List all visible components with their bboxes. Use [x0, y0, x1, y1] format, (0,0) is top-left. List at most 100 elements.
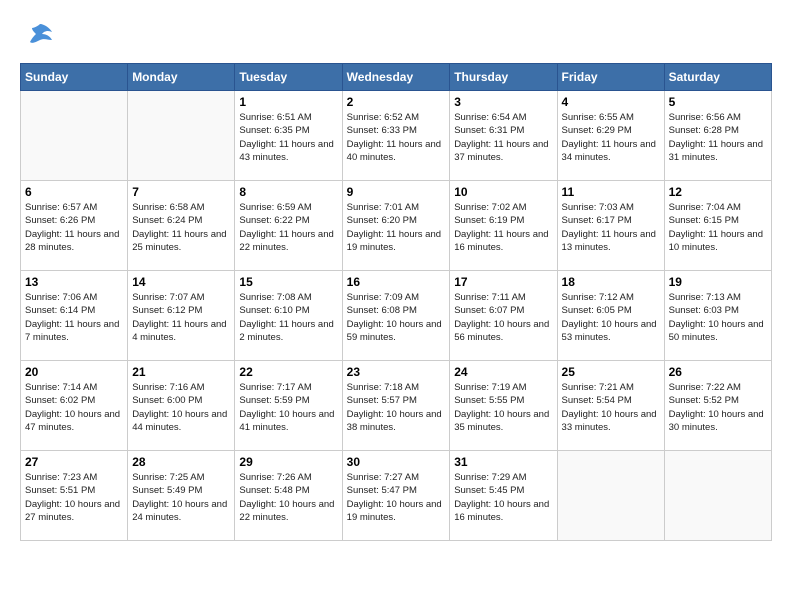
calendar-cell-15: 15Sunrise: 7:08 AM Sunset: 6:10 PM Dayli…: [235, 271, 342, 361]
calendar-week-row-4: 20 Sunrise: 7:14 AM Sunset: 6:02 PM Dayli…: [21, 361, 772, 451]
calendar-cell-20: 20 Sunrise: 7:14 AM Sunset: 6:02 PM Dayli…: [21, 361, 128, 451]
calendar-cell-empty: [21, 91, 128, 181]
day-info: Sunrise: 6:54 AM Sunset: 6:31 PM Dayligh…: [454, 111, 552, 164]
calendar-cell-25: 25Sunrise: 7:21 AM Sunset: 5:54 PM Dayli…: [557, 361, 664, 451]
day-info: Sunrise: 6:51 AM Sunset: 6:35 PM Dayligh…: [239, 111, 337, 164]
day-number: 31: [454, 455, 552, 469]
calendar-header-sunday: Sunday: [21, 64, 128, 91]
day-info: Sunrise: 7:27 AM Sunset: 5:47 PM Dayligh…: [347, 471, 446, 524]
calendar-header-monday: Monday: [128, 64, 235, 91]
calendar-cell-19: 19 Sunrise: 7:13 AM Sunset: 6:03 PM Dayli…: [664, 271, 771, 361]
day-info: Sunrise: 7:13 AM Sunset: 6:03 PM Dayligh…: [669, 291, 767, 344]
day-number: 11: [562, 185, 660, 199]
day-number: 29: [239, 455, 337, 469]
day-number: 14: [132, 275, 230, 289]
logo-bird-icon: [26, 20, 54, 48]
day-number: 10: [454, 185, 552, 199]
day-info: Sunrise: 7:18 AM Sunset: 5:57 PM Dayligh…: [347, 381, 446, 434]
day-number: 12: [669, 185, 767, 199]
calendar-week-row-3: 13 Sunrise: 7:06 AM Sunset: 6:14 PM Dayli…: [21, 271, 772, 361]
calendar-cell-empty: [128, 91, 235, 181]
calendar-cell-5: 5 Sunrise: 6:56 AM Sunset: 6:28 PM Daylig…: [664, 91, 771, 181]
calendar-cell-17: 17 Sunrise: 7:11 AM Sunset: 6:07 PM Dayli…: [450, 271, 557, 361]
day-info: Sunrise: 6:58 AM Sunset: 6:24 PM Dayligh…: [132, 201, 230, 254]
day-number: 5: [669, 95, 767, 109]
calendar-week-row-2: 6Sunrise: 6:57 AM Sunset: 6:26 PM Daylig…: [21, 181, 772, 271]
day-info: Sunrise: 6:52 AM Sunset: 6:33 PM Dayligh…: [347, 111, 446, 164]
day-number: 8: [239, 185, 337, 199]
day-info: Sunrise: 7:11 AM Sunset: 6:07 PM Dayligh…: [454, 291, 552, 344]
day-number: 28: [132, 455, 230, 469]
day-number: 18: [562, 275, 660, 289]
day-number: 4: [562, 95, 660, 109]
day-info: Sunrise: 7:16 AM Sunset: 6:00 PM Dayligh…: [132, 381, 230, 434]
calendar-cell-4: 4 Sunrise: 6:55 AM Sunset: 6:29 PM Daylig…: [557, 91, 664, 181]
calendar-header-wednesday: Wednesday: [342, 64, 450, 91]
calendar-cell-2: 2 Sunrise: 6:52 AM Sunset: 6:33 PM Daylig…: [342, 91, 450, 181]
day-number: 30: [347, 455, 446, 469]
calendar-cell-11: 11 Sunrise: 7:03 AM Sunset: 6:17 PM Dayli…: [557, 181, 664, 271]
day-info: Sunrise: 7:25 AM Sunset: 5:49 PM Dayligh…: [132, 471, 230, 524]
day-info: Sunrise: 7:09 AM Sunset: 6:08 PM Dayligh…: [347, 291, 446, 344]
calendar-cell-24: 24 Sunrise: 7:19 AM Sunset: 5:55 PM Dayli…: [450, 361, 557, 451]
day-number: 17: [454, 275, 552, 289]
calendar-table: SundayMondayTuesdayWednesdayThursdayFrid…: [20, 63, 772, 541]
day-number: 2: [347, 95, 446, 109]
day-info: Sunrise: 7:26 AM Sunset: 5:48 PM Dayligh…: [239, 471, 337, 524]
day-info: Sunrise: 7:19 AM Sunset: 5:55 PM Dayligh…: [454, 381, 552, 434]
calendar-header-row: SundayMondayTuesdayWednesdayThursdayFrid…: [21, 64, 772, 91]
day-number: 13: [25, 275, 123, 289]
day-number: 16: [347, 275, 446, 289]
calendar-cell-22: 22Sunrise: 7:17 AM Sunset: 5:59 PM Dayli…: [235, 361, 342, 451]
day-number: 19: [669, 275, 767, 289]
day-number: 6: [25, 185, 123, 199]
calendar-cell-3: 3 Sunrise: 6:54 AM Sunset: 6:31 PM Daylig…: [450, 91, 557, 181]
logo: [20, 20, 54, 53]
day-info: Sunrise: 7:06 AM Sunset: 6:14 PM Dayligh…: [25, 291, 123, 344]
day-info: Sunrise: 6:55 AM Sunset: 6:29 PM Dayligh…: [562, 111, 660, 164]
calendar-cell-8: 8 Sunrise: 6:59 AM Sunset: 6:22 PM Daylig…: [235, 181, 342, 271]
day-info: Sunrise: 7:12 AM Sunset: 6:05 PM Dayligh…: [562, 291, 660, 344]
day-number: 9: [347, 185, 446, 199]
day-info: Sunrise: 7:22 AM Sunset: 5:52 PM Dayligh…: [669, 381, 767, 434]
calendar-cell-1: 1 Sunrise: 6:51 AM Sunset: 6:35 PM Daylig…: [235, 91, 342, 181]
day-info: Sunrise: 7:08 AM Sunset: 6:10 PM Dayligh…: [239, 291, 337, 344]
day-number: 1: [239, 95, 337, 109]
day-number: 26: [669, 365, 767, 379]
day-number: 27: [25, 455, 123, 469]
day-info: Sunrise: 7:02 AM Sunset: 6:19 PM Dayligh…: [454, 201, 552, 254]
day-info: Sunrise: 6:59 AM Sunset: 6:22 PM Dayligh…: [239, 201, 337, 254]
day-info: Sunrise: 7:03 AM Sunset: 6:17 PM Dayligh…: [562, 201, 660, 254]
calendar-cell-28: 28 Sunrise: 7:25 AM Sunset: 5:49 PM Dayli…: [128, 451, 235, 541]
calendar-header-saturday: Saturday: [664, 64, 771, 91]
day-number: 23: [347, 365, 446, 379]
calendar-week-row-1: 1 Sunrise: 6:51 AM Sunset: 6:35 PM Daylig…: [21, 91, 772, 181]
calendar-cell-29: 29 Sunrise: 7:26 AM Sunset: 5:48 PM Dayli…: [235, 451, 342, 541]
day-info: Sunrise: 7:04 AM Sunset: 6:15 PM Dayligh…: [669, 201, 767, 254]
day-info: Sunrise: 6:56 AM Sunset: 6:28 PM Dayligh…: [669, 111, 767, 164]
calendar-cell-31: 31 Sunrise: 7:29 AM Sunset: 5:45 PM Dayli…: [450, 451, 557, 541]
calendar-cell-23: 23 Sunrise: 7:18 AM Sunset: 5:57 PM Dayli…: [342, 361, 450, 451]
calendar-cell-13: 13 Sunrise: 7:06 AM Sunset: 6:14 PM Dayli…: [21, 271, 128, 361]
calendar-header-tuesday: Tuesday: [235, 64, 342, 91]
calendar-cell-7: 7 Sunrise: 6:58 AM Sunset: 6:24 PM Daylig…: [128, 181, 235, 271]
calendar-cell-9: 9 Sunrise: 7:01 AM Sunset: 6:20 PM Daylig…: [342, 181, 450, 271]
page-header: [20, 20, 772, 53]
calendar-cell-10: 10 Sunrise: 7:02 AM Sunset: 6:19 PM Dayli…: [450, 181, 557, 271]
calendar-cell-6: 6Sunrise: 6:57 AM Sunset: 6:26 PM Daylig…: [21, 181, 128, 271]
day-number: 25: [562, 365, 660, 379]
day-info: Sunrise: 7:29 AM Sunset: 5:45 PM Dayligh…: [454, 471, 552, 524]
day-number: 3: [454, 95, 552, 109]
day-number: 7: [132, 185, 230, 199]
day-info: Sunrise: 7:07 AM Sunset: 6:12 PM Dayligh…: [132, 291, 230, 344]
day-number: 24: [454, 365, 552, 379]
day-info: Sunrise: 7:01 AM Sunset: 6:20 PM Dayligh…: [347, 201, 446, 254]
calendar-cell-16: 16 Sunrise: 7:09 AM Sunset: 6:08 PM Dayli…: [342, 271, 450, 361]
calendar-cell-21: 21Sunrise: 7:16 AM Sunset: 6:00 PM Dayli…: [128, 361, 235, 451]
day-number: 20: [25, 365, 123, 379]
day-info: Sunrise: 7:14 AM Sunset: 6:02 PM Dayligh…: [25, 381, 123, 434]
calendar-cell-27: 27 Sunrise: 7:23 AM Sunset: 5:51 PM Dayli…: [21, 451, 128, 541]
day-info: Sunrise: 7:23 AM Sunset: 5:51 PM Dayligh…: [25, 471, 123, 524]
calendar-cell-14: 14 Sunrise: 7:07 AM Sunset: 6:12 PM Dayli…: [128, 271, 235, 361]
day-info: Sunrise: 7:17 AM Sunset: 5:59 PM Dayligh…: [239, 381, 337, 434]
